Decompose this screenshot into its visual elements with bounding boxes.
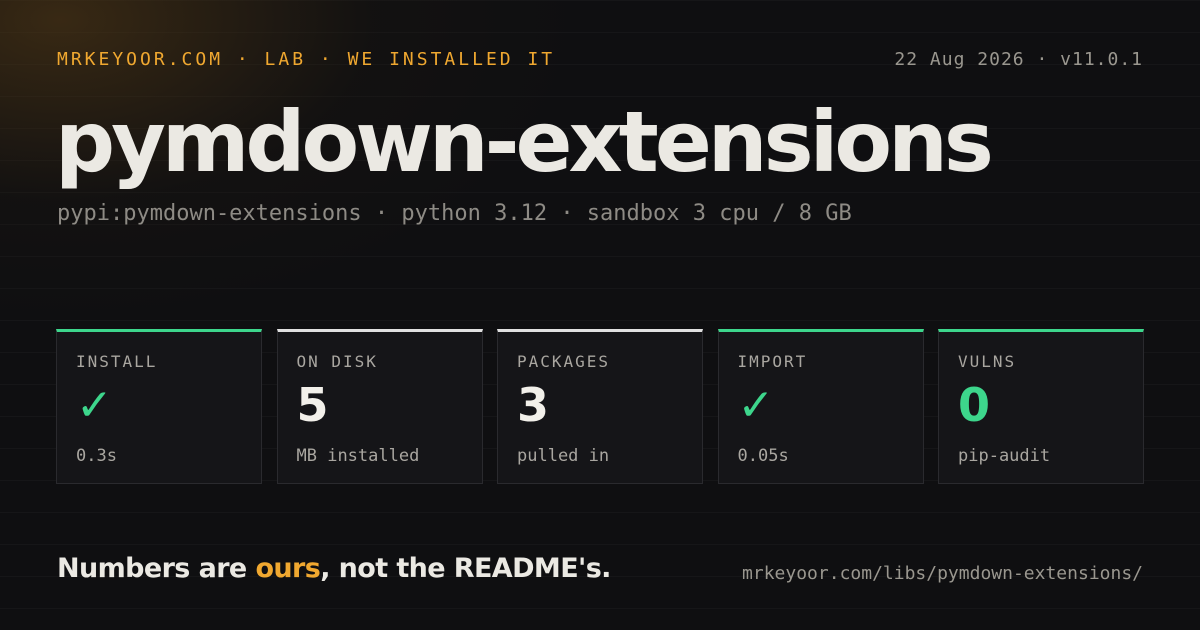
stat-card-install: INSTALL ✓ 0.3s bbox=[56, 329, 262, 484]
stat-value: 3 bbox=[517, 378, 550, 432]
stat-sub: pulled in bbox=[517, 446, 610, 466]
stat-card-vulns: VULNS 0 pip-audit bbox=[938, 329, 1144, 484]
stat-label: PACKAGES bbox=[517, 352, 611, 371]
stat-value: 0 bbox=[958, 378, 991, 432]
check-icon: ✓ bbox=[76, 380, 113, 431]
stat-label: VULNS bbox=[958, 352, 1017, 371]
tagline-start: Numbers are bbox=[57, 553, 256, 584]
check-icon: ✓ bbox=[737, 380, 775, 431]
page-url-link[interactable]: mrkeyoor.com/libs/pymdown-extensions/ bbox=[742, 563, 1143, 584]
package-title: pymdown-extensions bbox=[55, 93, 994, 191]
tagline-accent: ours bbox=[255, 553, 321, 584]
stat-label: ON DISK bbox=[296, 352, 378, 371]
stat-card-packages: PACKAGES 3 pulled in bbox=[497, 329, 703, 484]
stat-sub: pip-audit bbox=[958, 446, 1051, 466]
stat-card-import: IMPORT ✓ 0.05s bbox=[717, 329, 924, 484]
stat-value: 5 bbox=[296, 378, 329, 432]
stat-label: INSTALL bbox=[76, 352, 158, 371]
tagline: Numbers are ours, not the README's. bbox=[57, 553, 611, 584]
package-details: pypi:pymdown-extensions · python 3.12 · … bbox=[57, 201, 852, 226]
stat-label: IMPORT bbox=[737, 352, 808, 371]
stat-sub: MB installed bbox=[296, 446, 420, 466]
stat-sub: 0.05s bbox=[737, 446, 789, 466]
stats-row: INSTALL ✓ 0.3s ON DISK 5 MB installed PA… bbox=[56, 329, 1144, 484]
stat-card-on-disk: ON DISK 5 MB installed bbox=[276, 329, 483, 484]
stat-sub: 0.3s bbox=[76, 446, 117, 466]
site-kicker: MRKEYOOR.COM · LAB · WE INSTALLED IT bbox=[57, 49, 556, 70]
tagline-end: , not the README's. bbox=[320, 553, 611, 584]
date-version: 22 Aug 2026 · v11.0.1 bbox=[894, 49, 1143, 70]
